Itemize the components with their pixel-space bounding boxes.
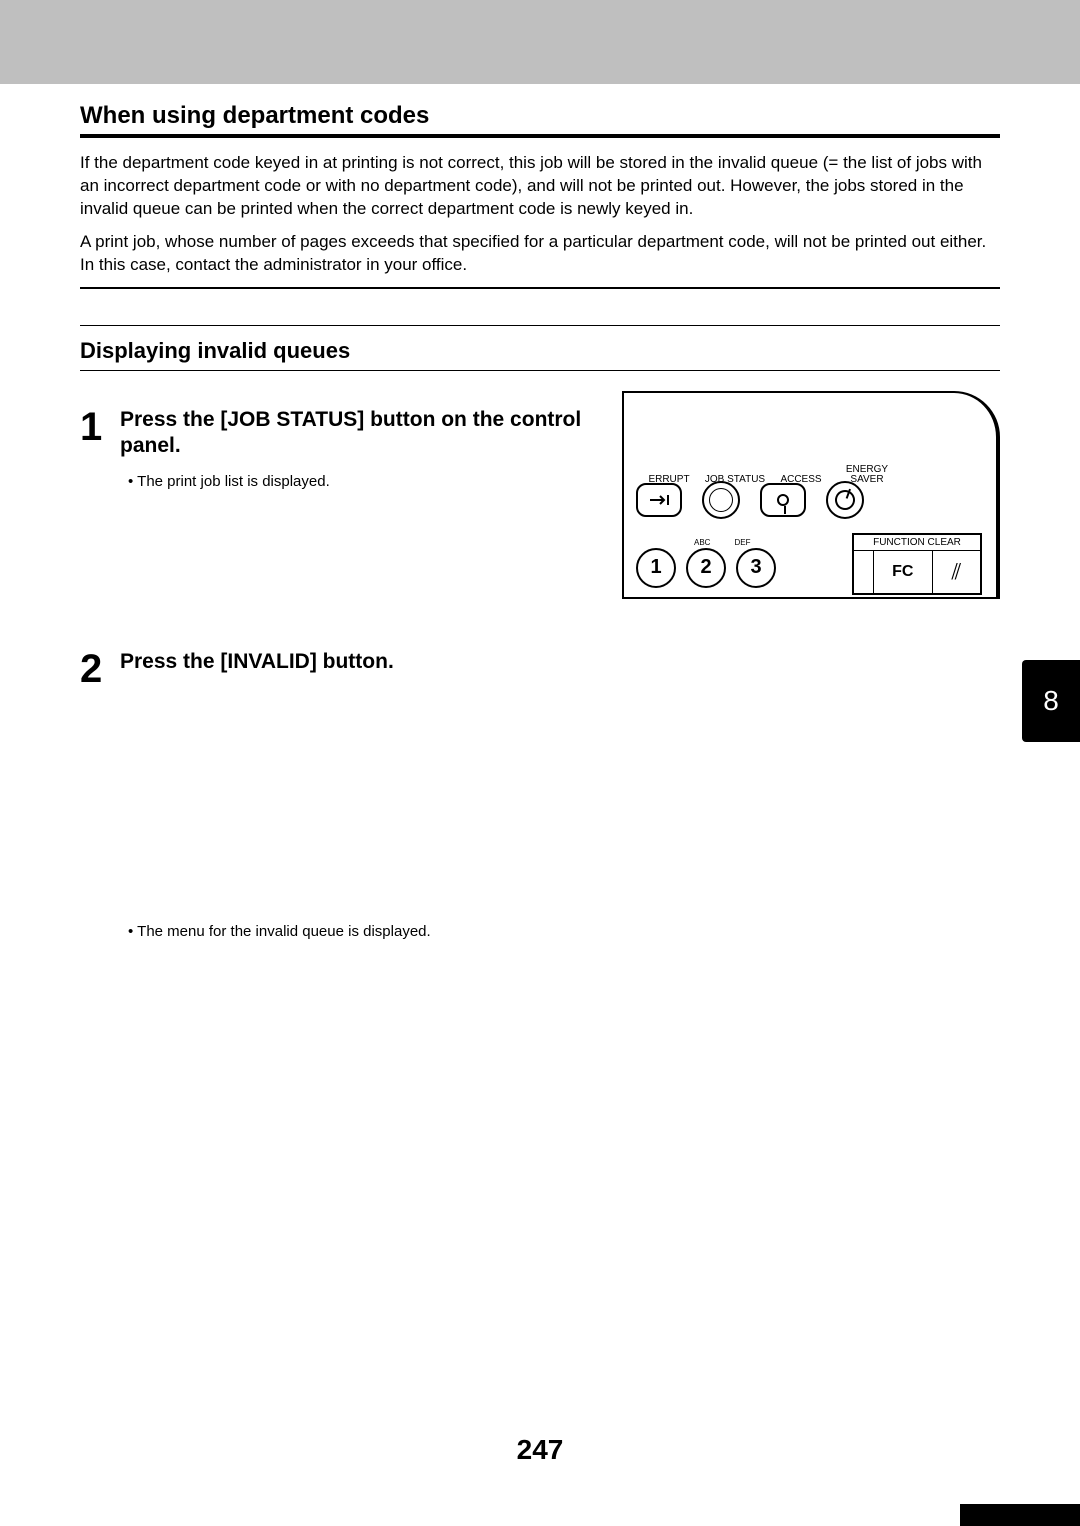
section-rule-bottom (80, 287, 1000, 289)
step-1-number: 1 (80, 407, 108, 447)
step-2-bullet: The menu for the invalid queue is displa… (120, 923, 1000, 940)
section-para-1: If the department code keyed in at print… (80, 152, 1000, 221)
keypad-label-def: DEF (734, 538, 750, 547)
footer-bar (960, 1504, 1080, 1526)
section-title: When using department codes (80, 102, 1000, 130)
control-panel-diagram: ERRUPT JOB STATUS ACCESS ENERGYSAVER ABC… (622, 391, 1000, 599)
function-clear-label: FUNCTION CLEAR (854, 535, 980, 551)
access-button-icon (760, 483, 806, 517)
fc-button-icon: FC (874, 551, 933, 593)
step-2-title: Press the [INVALID] button. (120, 649, 1000, 675)
energy-saver-button-icon (826, 481, 864, 519)
step-1: 1 Press the [JOB STATUS] button on the c… (80, 407, 604, 491)
section-para-2: A print job, whose number of pages excee… (80, 231, 1000, 277)
step-1-bullet: The print job list is displayed. (120, 473, 604, 490)
chapter-tab: 8 (1022, 660, 1080, 742)
keypad-label-abc: ABC (694, 538, 710, 547)
step-1-title: Press the [JOB STATUS] button on the con… (120, 407, 604, 460)
keypad-3-icon: 3 (736, 548, 776, 588)
keypad-2-icon: 2 (686, 548, 726, 588)
step-2: 2 Press the [INVALID] button. (80, 649, 1000, 689)
step-2-number: 2 (80, 649, 108, 689)
page-number: 247 (0, 1434, 1080, 1466)
header-bar (0, 0, 1080, 84)
subsection-rule-bottom (80, 370, 1000, 371)
job-status-button-icon (702, 481, 740, 519)
subsection-title: Displaying invalid queues (80, 338, 1000, 364)
function-clear-box: FUNCTION CLEAR FC ⫽ (852, 533, 982, 595)
interrupt-button-icon (636, 483, 682, 517)
subsection-rule-top (80, 325, 1000, 326)
keypad-1-icon: 1 (636, 548, 676, 588)
section-rule-top (80, 134, 1000, 138)
clear-button-icon: ⫽ (933, 551, 980, 593)
